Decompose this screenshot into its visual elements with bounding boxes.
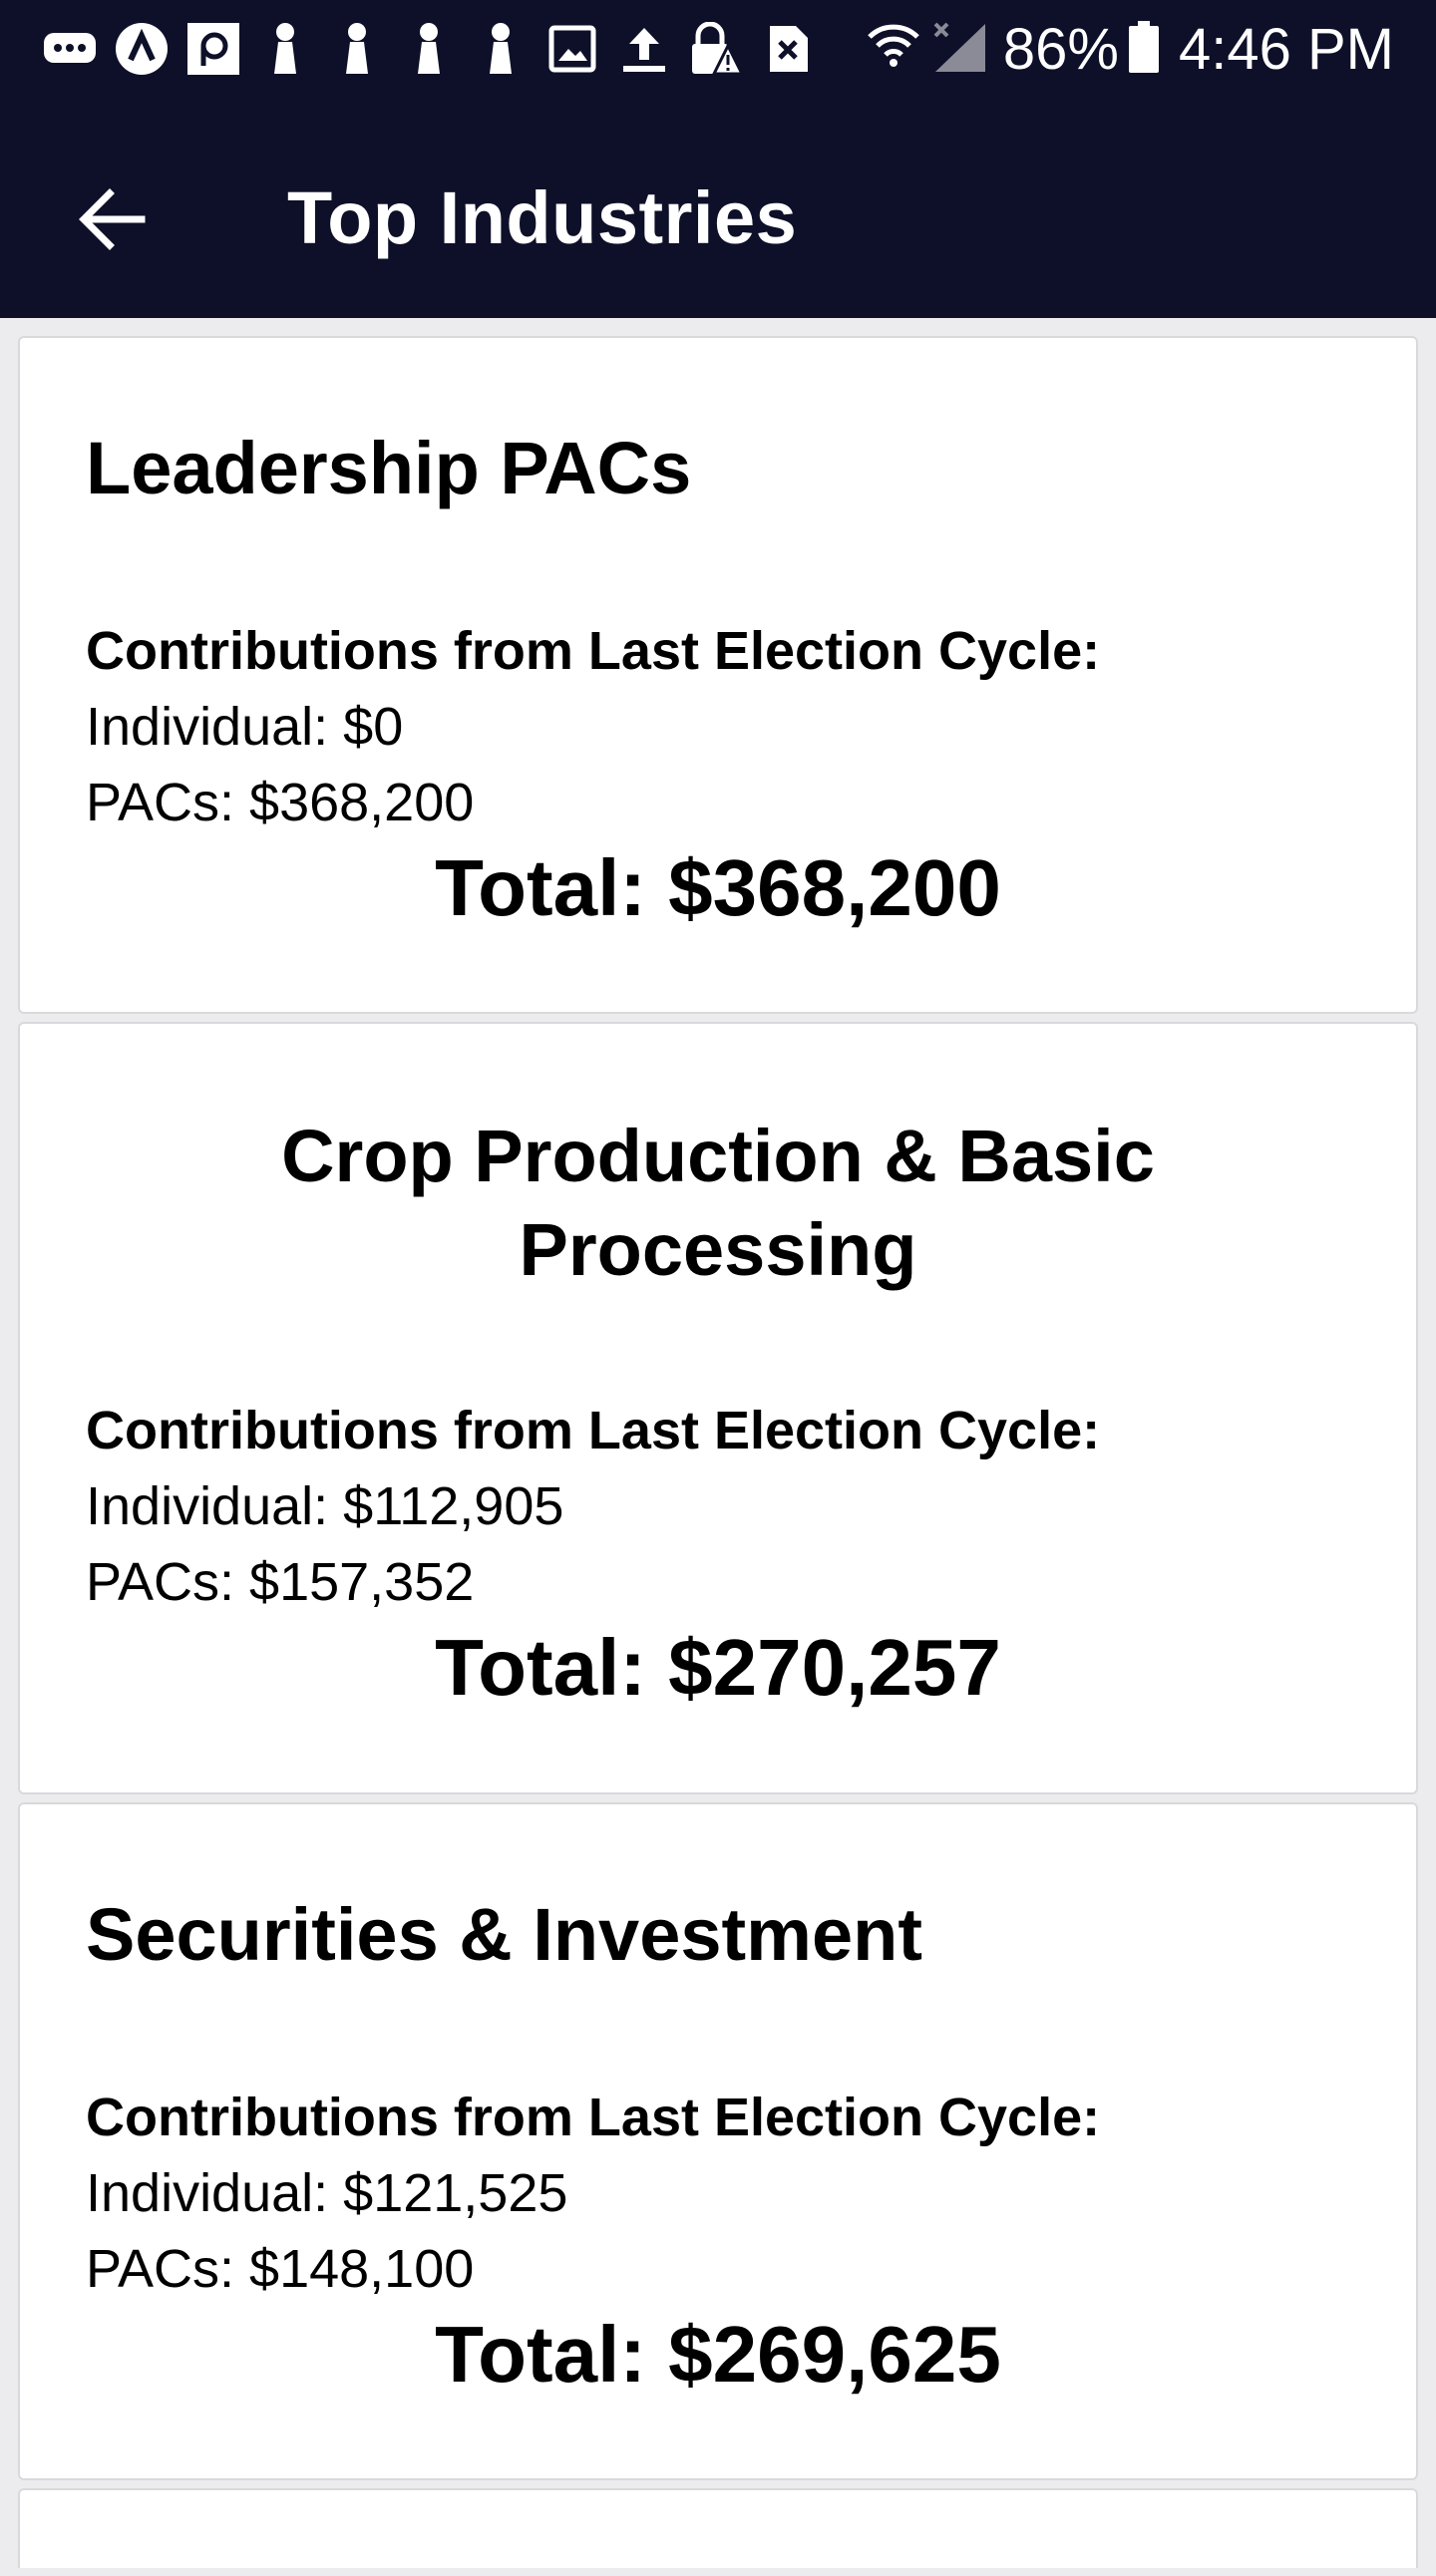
person-icon bbox=[399, 20, 459, 78]
arrow-back-icon bbox=[79, 188, 146, 250]
individual-contribution: Individual: $112,905 bbox=[86, 1476, 564, 1536]
person-icon bbox=[471, 20, 531, 78]
pac-contribution: PACs: $148,100 bbox=[86, 2239, 475, 2299]
notification-icons bbox=[40, 20, 830, 78]
close-box-icon bbox=[758, 20, 818, 78]
industry-card[interactable]: Leadership PACs Contributions from Last … bbox=[18, 336, 1418, 1014]
pac-contribution: PACs: $368,200 bbox=[86, 773, 475, 832]
vpn-lock-warning-icon bbox=[686, 20, 746, 78]
industry-name: Leadership PACs bbox=[86, 427, 692, 509]
contributions-label: Contributions from Last Election Cycle: bbox=[86, 2088, 1101, 2147]
industry-card[interactable]: Crop Production & Basic Processing Contr… bbox=[18, 1022, 1418, 1794]
individual-contribution: Individual: $0 bbox=[86, 697, 404, 757]
person-icon bbox=[255, 20, 315, 78]
battery-icon bbox=[1129, 20, 1159, 78]
status-bar: 86% 4:46 PM bbox=[0, 0, 1436, 98]
upload-icon bbox=[614, 20, 674, 78]
industry-card[interactable] bbox=[18, 2488, 1418, 2568]
message-icon bbox=[40, 20, 100, 78]
total-contribution: Total: $368,200 bbox=[435, 843, 1001, 932]
page-title: Top Industries bbox=[287, 176, 798, 259]
contributions-block: Contributions from Last Election Cycle: … bbox=[20, 613, 1416, 840]
wifi-icon bbox=[866, 21, 921, 78]
navigation-app-icon bbox=[112, 20, 172, 78]
person-icon bbox=[327, 20, 387, 78]
back-button[interactable] bbox=[70, 177, 154, 261]
industry-list[interactable]: Leadership PACs Contributions from Last … bbox=[18, 336, 1418, 2576]
app-bar: Top Industries bbox=[0, 98, 1436, 318]
industry-name: Crop Production & Basic Processing bbox=[20, 1024, 1416, 1297]
contributions-block: Contributions from Last Election Cycle: … bbox=[20, 1393, 1416, 1620]
parking-app-icon bbox=[183, 20, 243, 78]
image-icon bbox=[542, 20, 602, 78]
contributions-block: Contributions from Last Election Cycle: … bbox=[20, 2080, 1416, 2307]
contributions-label: Contributions from Last Election Cycle: bbox=[86, 621, 1101, 681]
industry-card[interactable]: Securities & Investment Contributions fr… bbox=[18, 1802, 1418, 2480]
industry-name-line-2: Processing bbox=[519, 1208, 917, 1291]
battery-percent: 86% bbox=[1002, 16, 1119, 82]
contributions-label: Contributions from Last Election Cycle: bbox=[86, 1401, 1101, 1460]
total-contribution: Total: $270,257 bbox=[435, 1623, 1001, 1712]
signal-icon bbox=[931, 20, 987, 79]
industry-name: Securities & Investment bbox=[86, 1893, 922, 1976]
industry-name-line-1: Crop Production & Basic bbox=[281, 1115, 1155, 1197]
pac-contribution: PACs: $157,352 bbox=[86, 1552, 475, 1612]
individual-contribution: Individual: $121,525 bbox=[86, 2163, 568, 2223]
total-contribution: Total: $269,625 bbox=[435, 2310, 1001, 2399]
status-right: 86% 4:46 PM bbox=[866, 16, 1394, 82]
clock: 4:46 PM bbox=[1179, 16, 1394, 82]
